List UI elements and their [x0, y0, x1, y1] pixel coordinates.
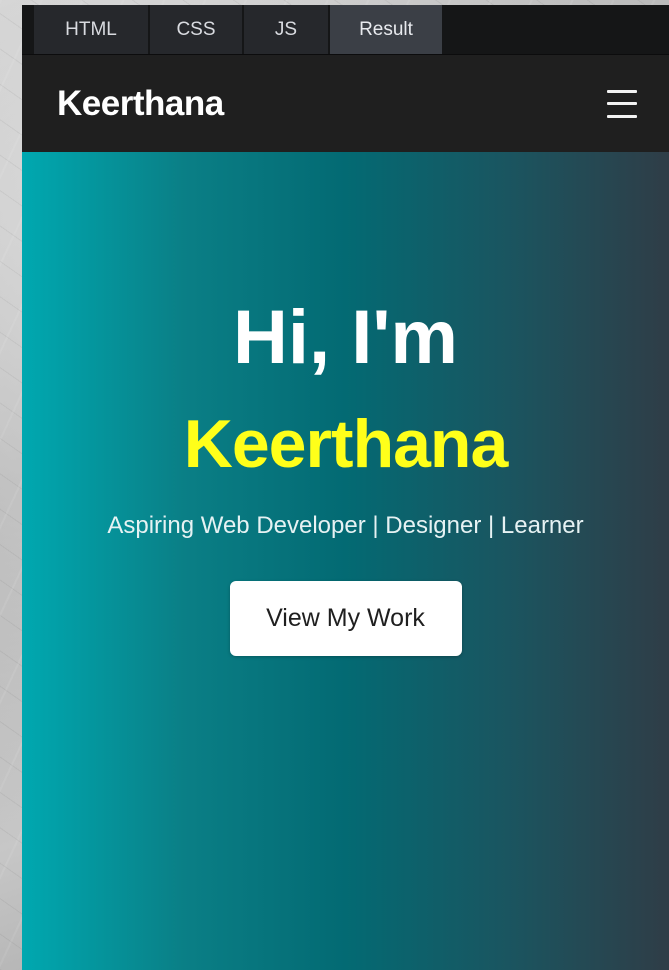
hero-name: Keerthana	[183, 406, 509, 482]
tab-js[interactable]: JS	[244, 5, 330, 54]
result-preview: Keerthana Hi, I'm Keerthana Aspiring Web…	[22, 55, 669, 970]
tab-html[interactable]: HTML	[34, 5, 150, 54]
hero-section: Hi, I'm Keerthana Aspiring Web Developer…	[22, 152, 669, 970]
background: HTML CSS JS Result Keerthana Hi, I'm Kee…	[0, 0, 669, 970]
hamburger-line	[607, 114, 637, 118]
site-brand[interactable]: Keerthana	[57, 84, 224, 124]
tab-result[interactable]: Result	[330, 5, 444, 54]
view-my-work-button[interactable]: View My Work	[229, 581, 462, 656]
hamburger-menu-icon[interactable]	[607, 89, 637, 118]
editor-tab-bar: HTML CSS JS Result	[22, 5, 669, 55]
hamburger-line	[607, 89, 637, 93]
site-navbar: Keerthana	[22, 55, 669, 152]
code-editor-window: HTML CSS JS Result Keerthana Hi, I'm Kee…	[22, 5, 669, 970]
hero-tagline: Aspiring Web Developer | Designer | Lear…	[107, 512, 584, 539]
tab-css[interactable]: CSS	[150, 5, 244, 54]
hamburger-line	[607, 102, 637, 105]
hero-greeting: Hi, I'm	[233, 295, 458, 380]
